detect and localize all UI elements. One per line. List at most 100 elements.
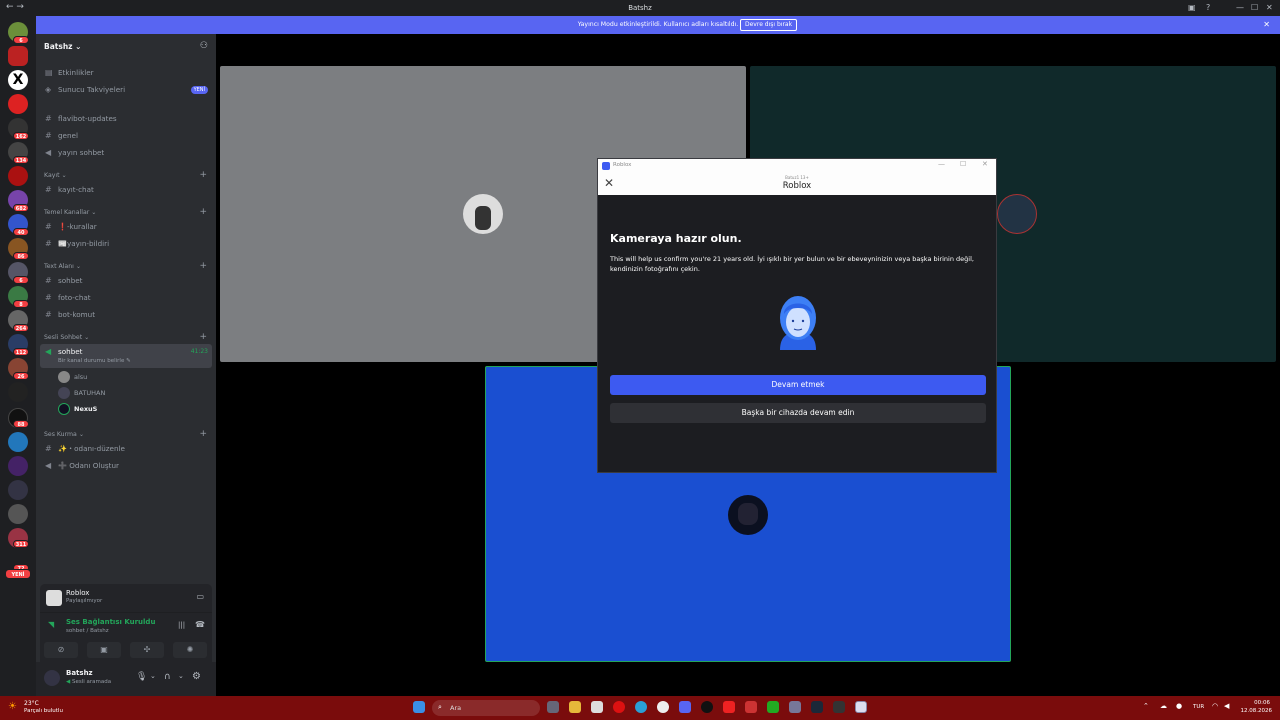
microphone-icon[interactable]: 🎙: [136, 672, 147, 682]
server-icon[interactable]: [8, 432, 28, 452]
opera-icon[interactable]: [613, 701, 625, 713]
username[interactable]: Batshz: [66, 669, 93, 677]
server-icon[interactable]: [8, 46, 28, 66]
channel-item[interactable]: # genel: [40, 128, 212, 144]
minimize-icon[interactable]: —: [938, 160, 945, 168]
search-box[interactable]: ⌕ Ara: [432, 700, 540, 716]
banner-close-icon[interactable]: ✕: [1263, 20, 1270, 29]
channel-item[interactable]: # 📰yayın-bildiri: [40, 236, 212, 252]
server-name[interactable]: Batshz ⌄: [44, 42, 81, 51]
soundboard-button[interactable]: ✺: [173, 642, 207, 658]
close-window-icon[interactable]: ✕: [1266, 3, 1273, 12]
close-window-icon[interactable]: ✕: [982, 160, 988, 168]
server-icon[interactable]: [8, 504, 28, 524]
server-boost-item[interactable]: ◈ Sunucu Takviyeleri YENİ: [40, 82, 212, 98]
share-screen-icon[interactable]: ▭: [196, 592, 204, 601]
wifi-icon[interactable]: ◠: [1212, 702, 1218, 710]
avatar[interactable]: [44, 670, 60, 686]
maximize-icon[interactable]: ☐: [960, 160, 966, 168]
activities-button[interactable]: ✣: [130, 642, 164, 658]
channel-item[interactable]: # kayıt-chat: [40, 182, 212, 198]
app-icon[interactable]: [701, 701, 713, 713]
channel-status-prompt[interactable]: Bir kanal durumu belirle ✎: [58, 357, 131, 365]
volume-icon[interactable]: ◀: [1224, 702, 1229, 710]
channel-item[interactable]: # flavibot-updates: [40, 111, 212, 127]
add-channel-icon[interactable]: +: [199, 332, 207, 342]
inbox-icon[interactable]: ▣: [1188, 3, 1196, 12]
start-icon[interactable]: [413, 701, 425, 713]
app-tray-icon[interactable]: ●: [1176, 702, 1182, 710]
steam-icon[interactable]: [811, 701, 823, 713]
server-icon[interactable]: X: [8, 70, 28, 90]
chevron-up-icon[interactable]: ⌃: [1143, 702, 1149, 710]
weather-desc[interactable]: Parçalı bulutlu: [24, 708, 63, 714]
weather-temp[interactable]: 23°C: [24, 700, 39, 707]
disconnect-icon[interactable]: ☎: [195, 620, 205, 629]
clock-time[interactable]: 00:06: [1242, 700, 1270, 706]
noise-suppression-icon[interactable]: |||: [178, 621, 185, 629]
add-channel-icon[interactable]: +: [199, 207, 207, 217]
mention-badge: 6: [13, 276, 29, 284]
events-item[interactable]: ▤ Etkinlikler: [40, 65, 212, 81]
channel-item[interactable]: ◀ ➕ Odanı Oluştur: [40, 458, 212, 474]
avatar: [58, 387, 70, 399]
task-view-icon[interactable]: [547, 701, 559, 713]
category-header[interactable]: Sesli Sohbet ⌄: [44, 334, 89, 341]
voice-status[interactable]: Ses Bağlantısı Kuruldu: [66, 618, 155, 626]
server-icon[interactable]: [8, 382, 28, 402]
roblox-icon[interactable]: [855, 701, 867, 713]
headphones-icon[interactable]: ∩: [164, 672, 171, 682]
add-channel-icon[interactable]: +: [199, 261, 207, 271]
server-icon[interactable]: [8, 456, 28, 476]
channel-item[interactable]: # foto-chat: [40, 290, 212, 306]
new-badge[interactable]: YENİ: [5, 569, 31, 579]
channel-item[interactable]: # bot-komut: [40, 307, 212, 323]
voice-user[interactable]: BATUHAN: [58, 386, 105, 400]
voice-user[interactable]: alsu: [58, 370, 87, 384]
edge-icon[interactable]: [635, 701, 647, 713]
chevron-down-icon[interactable]: ⌄: [150, 672, 156, 680]
screen-share-button[interactable]: ▣: [87, 642, 121, 658]
store-icon[interactable]: [591, 701, 603, 713]
camera-button[interactable]: ⊘: [44, 642, 78, 658]
add-member-icon[interactable]: ⚇: [200, 41, 208, 51]
category-header[interactable]: Temel Kanallar ⌄: [44, 209, 96, 216]
connection-icon: ◥: [48, 620, 55, 629]
chatgpt-icon[interactable]: [657, 701, 669, 713]
continue-button[interactable]: Devam etmek: [610, 375, 986, 395]
minimize-icon[interactable]: —: [1236, 3, 1244, 12]
chevron-down-icon[interactable]: ⌄: [178, 672, 184, 680]
clock-date[interactable]: 12.08.2026: [1238, 708, 1273, 714]
help-icon[interactable]: ?: [1206, 3, 1210, 12]
discord-icon[interactable]: [679, 701, 691, 713]
voice-user[interactable]: NexuS: [58, 402, 97, 416]
language-indicator[interactable]: TUR: [1193, 704, 1204, 710]
channel-item[interactable]: # sohbet: [40, 273, 212, 289]
category-header[interactable]: Text Alanı ⌄: [44, 263, 81, 270]
add-channel-icon[interactable]: +: [199, 429, 207, 439]
server-icon[interactable]: [8, 480, 28, 500]
add-channel-icon[interactable]: +: [199, 170, 207, 180]
disable-streamer-mode-button[interactable]: Devre dışı bırak: [740, 19, 798, 31]
app-icon[interactable]: [833, 701, 845, 713]
app-icon[interactable]: [745, 701, 757, 713]
server-icon[interactable]: [8, 94, 28, 114]
onedrive-icon[interactable]: ☁: [1160, 702, 1167, 710]
channel-item[interactable]: ◀ yayın sohbet: [40, 145, 212, 161]
settings-gear-icon[interactable]: ⚙: [192, 671, 201, 682]
avatar: [463, 194, 503, 234]
maximize-icon[interactable]: ☐: [1251, 3, 1258, 12]
category-header[interactable]: Kayıt ⌄: [44, 172, 67, 179]
voice-channel-active[interactable]: ◀ sohbet 41:23 Bir kanal durumu belirle …: [40, 344, 212, 368]
channel-item[interactable]: # ✨・odanı-düzenle: [40, 441, 212, 457]
continue-other-device-button[interactable]: Başka bir cihazda devam edin: [610, 403, 986, 423]
app-icon[interactable]: [789, 701, 801, 713]
server-icon[interactable]: [8, 166, 28, 186]
file-explorer-icon[interactable]: [569, 701, 581, 713]
voice-location[interactable]: sohbet / Batshz: [66, 628, 109, 634]
xbox-icon[interactable]: [767, 701, 779, 713]
category-header[interactable]: Ses Kurma ⌄: [44, 431, 84, 438]
channel-item[interactable]: # ❗-kurallar: [40, 219, 212, 235]
media-icon[interactable]: [723, 701, 735, 713]
mention-badge: 162: [13, 132, 29, 140]
